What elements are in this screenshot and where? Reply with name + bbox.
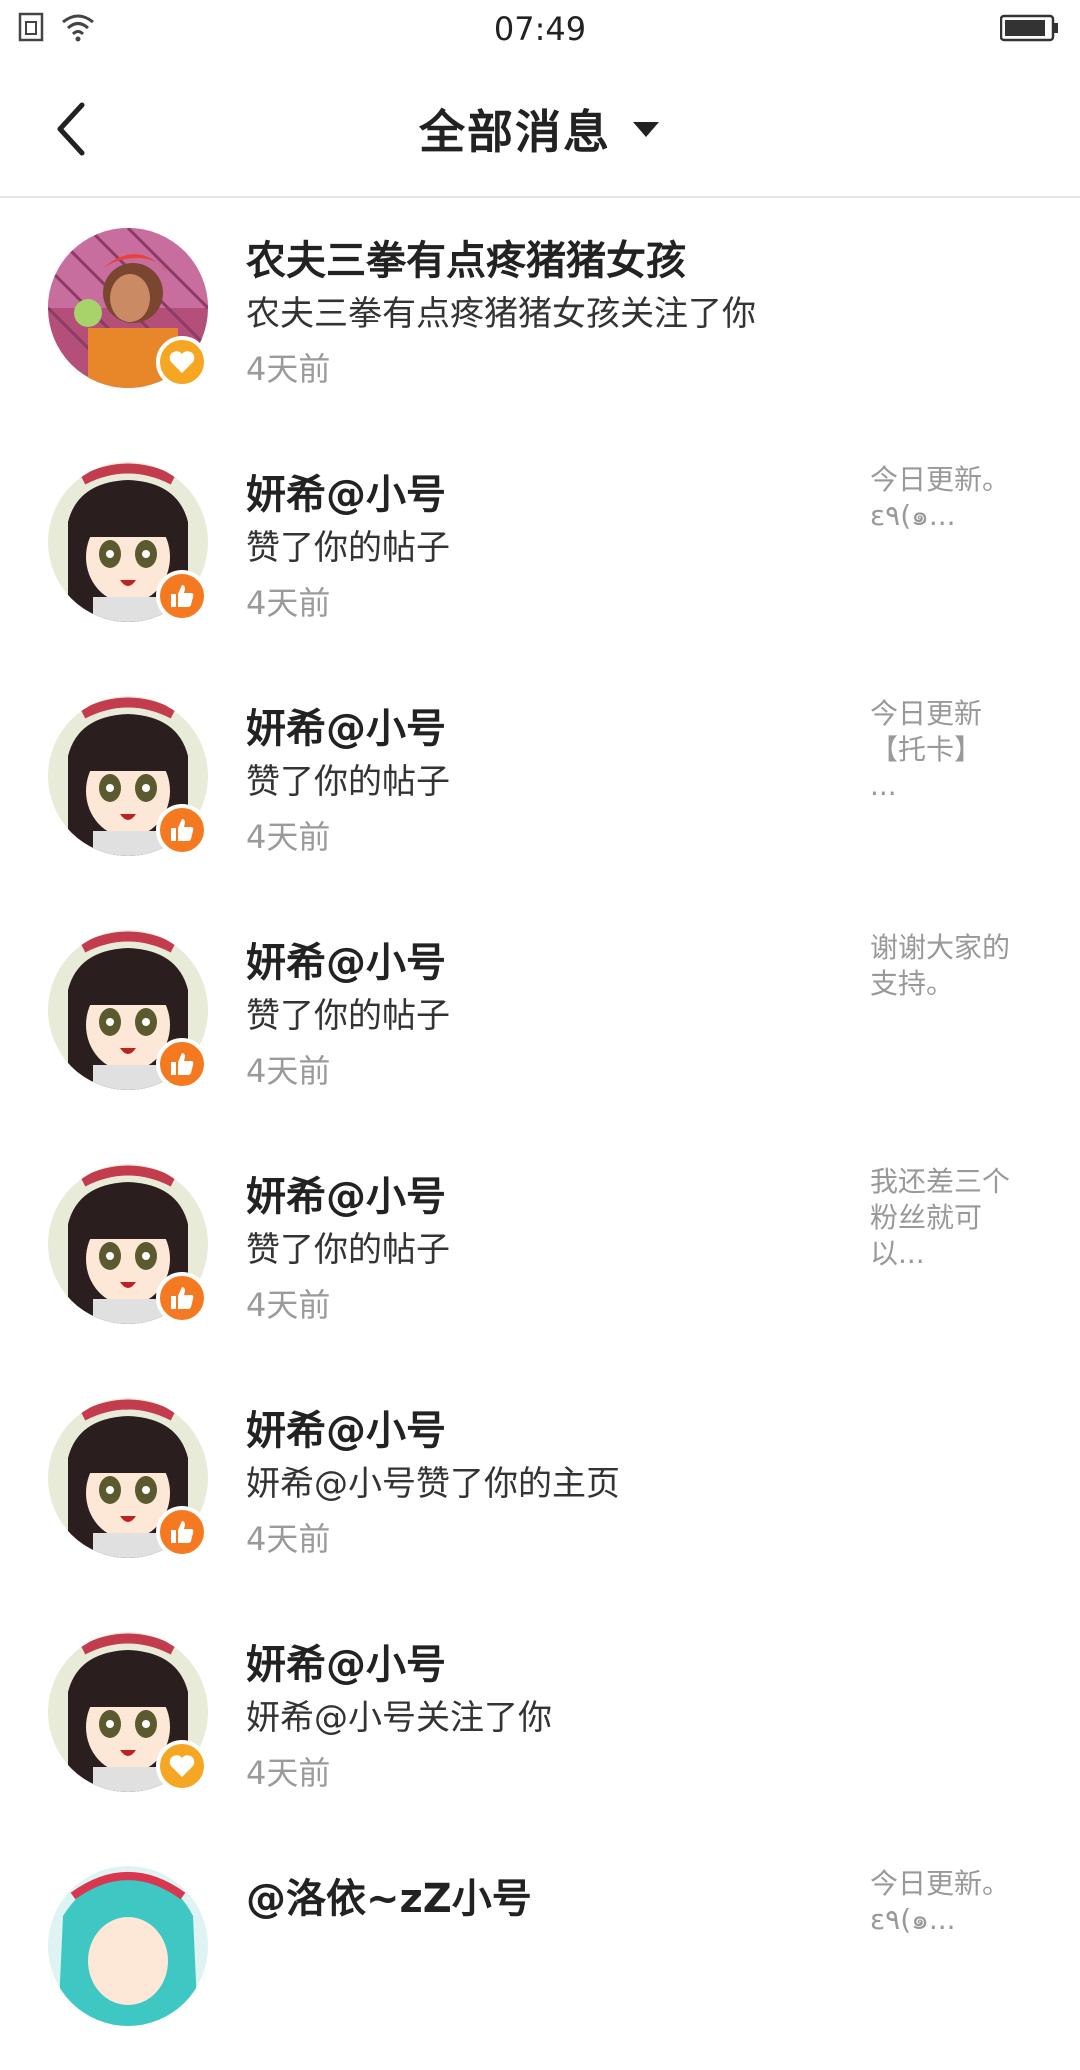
sender-name: 妍希@小号 xyxy=(246,1408,446,1454)
sender-name: 妍希@小号 xyxy=(246,1642,446,1688)
thumbs-up-icon xyxy=(156,1506,208,1558)
message-text: 赞了你的帖子 xyxy=(246,528,450,568)
message-item[interactable]: 妍希@小号 妍希@小号赞了你的主页 4天前 xyxy=(0,1368,1080,1602)
message-item[interactable]: 农夫三拳有点疼猪猪女孩 农夫三拳有点疼猪猪女孩关注了你 4天前 xyxy=(0,198,1080,432)
thumbs-up-icon xyxy=(156,570,208,622)
message-list: 农夫三拳有点疼猪猪女孩 农夫三拳有点疼猪猪女孩关注了你 4天前 妍希@小号 赞了… xyxy=(0,198,1080,2070)
message-text: 赞了你的帖子 xyxy=(246,996,450,1036)
message-text: 赞了你的帖子 xyxy=(246,1230,450,1270)
status-time: 07:49 xyxy=(493,10,587,48)
post-preview[interactable]: 今日更新。 ε٩(๑... xyxy=(870,1866,1040,1938)
header: 全部消息 xyxy=(0,58,1080,198)
thumbs-up-icon xyxy=(156,1038,208,1090)
message-item[interactable]: 妍希@小号 赞了你的帖子 4天前 我还差三个 粉丝就可 以... xyxy=(0,1134,1080,1368)
message-time: 4天前 xyxy=(246,584,331,622)
message-item[interactable]: 妍希@小号 赞了你的帖子 4天前 谢谢大家的 支持。 xyxy=(0,900,1080,1134)
message-time: 4天前 xyxy=(246,350,331,388)
message-time: 4天前 xyxy=(246,1052,331,1090)
message-item[interactable]: @洛依~zZ小号 今日更新。 ε٩(๑... xyxy=(0,1836,1080,2070)
message-item[interactable]: 妍希@小号 赞了你的帖子 4天前 今日更新。 ε٩(๑... xyxy=(0,432,1080,666)
message-text: 赞了你的帖子 xyxy=(246,762,450,802)
sender-name: @洛依~zZ小号 xyxy=(246,1876,532,1922)
thumbs-up-icon xyxy=(156,804,208,856)
message-text: 妍希@小号关注了你 xyxy=(246,1698,552,1738)
title-dropdown[interactable]: 全部消息 xyxy=(0,96,1080,162)
sender-name: 妍希@小号 xyxy=(246,706,446,752)
post-preview[interactable]: 今日更新。 ε٩(๑... xyxy=(870,462,1040,534)
post-preview[interactable]: 谢谢大家的 支持。 xyxy=(870,930,1040,1002)
sender-name: 妍希@小号 xyxy=(246,1174,446,1220)
message-item[interactable]: 妍希@小号 妍希@小号关注了你 4天前 xyxy=(0,1602,1080,1836)
message-time: 4天前 xyxy=(246,1286,331,1324)
message-item[interactable]: 妍希@小号 赞了你的帖子 4天前 今日更新 【托卡】 ... xyxy=(0,666,1080,900)
avatar[interactable] xyxy=(48,1866,208,2026)
sender-name: 妍希@小号 xyxy=(246,472,446,518)
message-text: 妍希@小号赞了你的主页 xyxy=(246,1464,620,1504)
caret-down-icon xyxy=(631,119,661,139)
page-title: 全部消息 xyxy=(419,105,611,159)
post-preview[interactable]: 我还差三个 粉丝就可 以... xyxy=(870,1164,1040,1272)
message-text: 农夫三拳有点疼猪猪女孩关注了你 xyxy=(246,294,756,334)
sender-name: 农夫三拳有点疼猪猪女孩 xyxy=(246,238,686,284)
heart-icon xyxy=(156,1740,208,1792)
message-time: 4天前 xyxy=(246,1520,331,1558)
sender-name: 妍希@小号 xyxy=(246,940,446,986)
message-time: 4天前 xyxy=(246,818,331,856)
status-bar: 07:49 xyxy=(0,0,1080,58)
thumbs-up-icon xyxy=(156,1272,208,1324)
message-time: 4天前 xyxy=(246,1754,331,1792)
heart-icon xyxy=(156,336,208,388)
battery-icon xyxy=(999,14,1060,46)
post-preview[interactable]: 今日更新 【托卡】 ... xyxy=(870,696,1040,804)
